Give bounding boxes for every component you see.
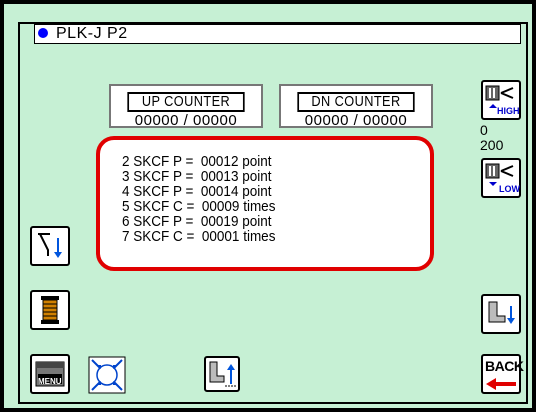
back-arrow-icon (486, 378, 516, 390)
list-item[interactable]: 3 SKCF P = 00013 point (122, 169, 271, 184)
zoom-fit-icon (88, 356, 126, 394)
list-item[interactable]: 7 SKCF C = 00001 times (122, 229, 275, 244)
back-button[interactable]: BACK (481, 354, 524, 394)
speed-high-button[interactable]: HIGH (481, 80, 521, 120)
zoom-fit-button[interactable] (86, 354, 126, 394)
list-item[interactable]: 4 SKCF P = 00014 point (122, 184, 271, 199)
presser-foot-up-button[interactable] (204, 356, 240, 392)
menu-icon (35, 361, 65, 387)
dn-counter-value: 00000 / 00000 (304, 112, 408, 129)
speed-low-button[interactable]: LOW (481, 158, 521, 198)
dn-counter-label: DN COUNTER (297, 92, 415, 112)
page-title: PLK-J P2 (56, 25, 128, 42)
presser-foot-icon (488, 301, 515, 324)
dn-counter: DN COUNTER 00000 / 00000 (279, 84, 433, 129)
needle-down-button[interactable] (30, 226, 70, 266)
bobbin-button[interactable] (30, 290, 70, 330)
stitch-list: 2 SKCF P = 00012 point 3 SKCF P = 00013 … (96, 136, 434, 271)
thread-spool-icon (41, 296, 59, 324)
menu-button[interactable]: MENU (30, 354, 70, 394)
speed-high-label: HIGH (497, 106, 520, 116)
list-item[interactable]: 5 SKCF C = 00009 times (122, 199, 275, 214)
speed-low-label: LOW (499, 184, 520, 194)
list-item[interactable]: 2 SKCF P = 00012 point (122, 154, 271, 169)
up-counter-label: UP COUNTER (127, 92, 245, 112)
menu-label: MENU (38, 377, 62, 386)
up-counter-value: 00000 / 00000 (134, 112, 238, 129)
speed-value-top: 0 (480, 122, 488, 138)
presser-foot-up-icon (209, 361, 237, 387)
status-dot (38, 28, 48, 38)
needle-down-icon (38, 233, 62, 258)
speed-value-bottom: 200 (480, 137, 504, 153)
presser-foot-button[interactable] (481, 294, 521, 334)
back-label: BACK (485, 358, 524, 374)
list-item[interactable]: 6 SKCF P = 00019 point (122, 214, 271, 229)
up-counter: UP COUNTER 00000 / 00000 (109, 84, 263, 129)
